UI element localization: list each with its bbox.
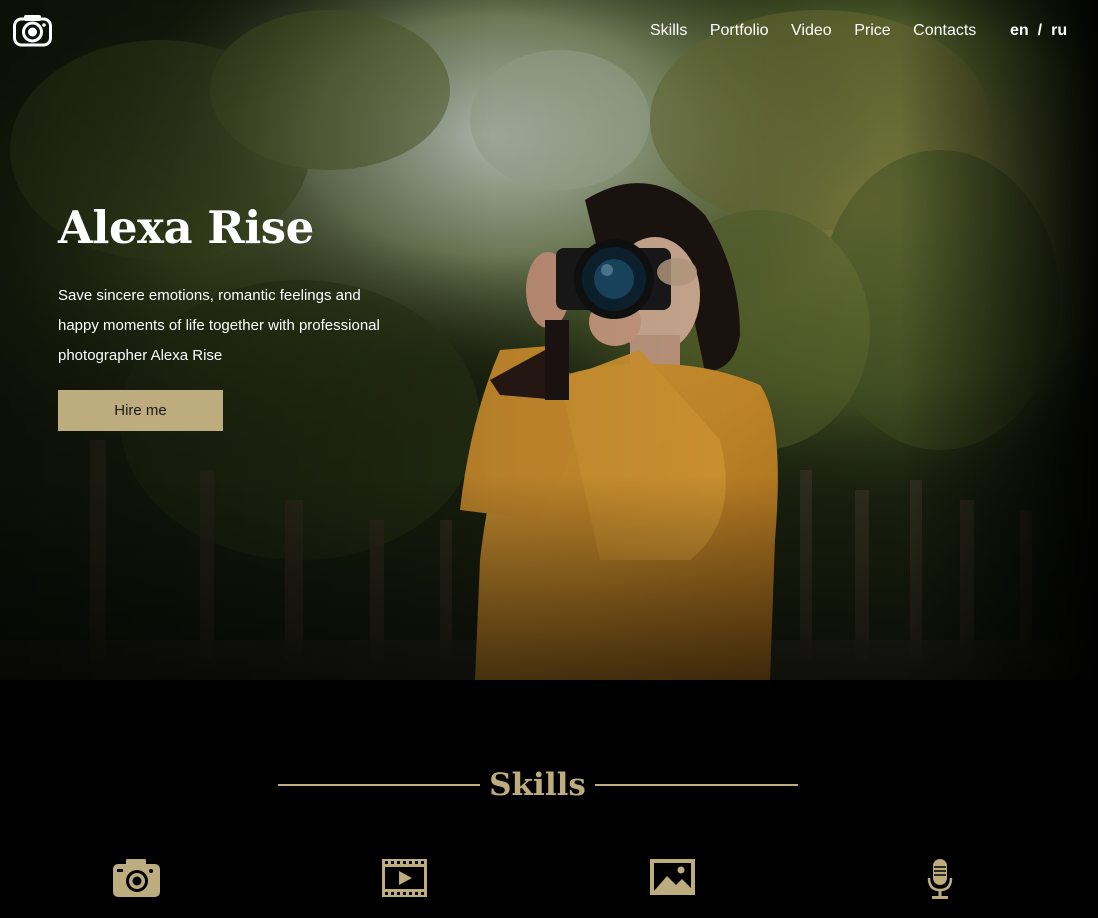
lang-en-link[interactable]: en	[1010, 21, 1029, 41]
hero-description-line: happy moments of life together with prof…	[58, 317, 380, 334]
nav-link-portfolio[interactable]: Portfolio	[710, 21, 769, 41]
skills-title: Skills	[489, 767, 586, 803]
main-nav: Skills Portfolio Video Price Contacts	[650, 21, 999, 41]
heading-divider-left	[278, 784, 480, 786]
heading-divider-right	[595, 784, 798, 786]
site-header: Skills Portfolio Video Price Contacts en…	[0, 0, 1098, 62]
skills-heading: Skills	[278, 762, 798, 808]
video-icon[interactable]	[381, 858, 428, 898]
nav-link-price[interactable]: Price	[854, 21, 890, 41]
camera-icon[interactable]	[112, 858, 161, 898]
hero-section: Skills Portfolio Video Price Contacts en…	[0, 0, 1098, 680]
hire-me-button[interactable]: Hire me	[58, 390, 223, 431]
hero-description-line: Save sincere emotions, romantic feelings…	[58, 287, 361, 304]
language-switcher: en / ru	[1010, 21, 1067, 41]
hero-description-line: photographer Alexa Rise	[58, 347, 223, 364]
camera-logo-icon[interactable]	[13, 13, 52, 47]
lang-separator: /	[1037, 22, 1043, 39]
hero-description: Save sincere emotions, romantic feelings…	[58, 281, 428, 371]
hero-title: Alexa Rise	[58, 201, 314, 254]
nav-link-skills[interactable]: Skills	[650, 21, 687, 41]
microphone-icon[interactable]	[927, 858, 953, 900]
image-icon[interactable]	[649, 858, 696, 896]
lang-ru-link[interactable]: ru	[1051, 21, 1067, 41]
nav-link-video[interactable]: Video	[791, 21, 832, 41]
nav-link-contacts[interactable]: Contacts	[913, 21, 976, 41]
